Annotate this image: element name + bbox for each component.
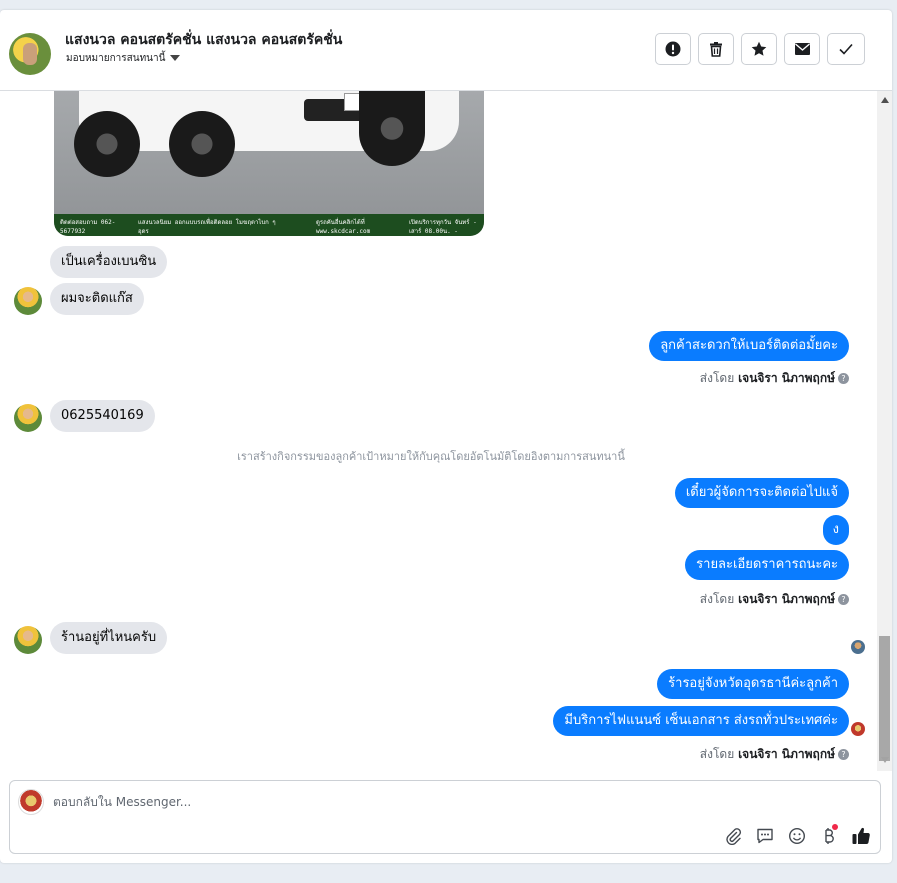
caret-down-icon xyxy=(170,55,181,61)
mark-done-button[interactable] xyxy=(827,33,865,65)
incoming-message[interactable]: ผมจะติดแก๊ส xyxy=(50,283,144,315)
saved-replies-icon xyxy=(757,828,773,844)
page-avatar xyxy=(18,789,44,815)
conversation-header: แสงนวล คอนสตรัคชั่น แสงนวล คอนสตรัคชั่น … xyxy=(0,10,892,91)
incoming-message[interactable]: เป็นเครื่องเบนซิน xyxy=(50,246,168,278)
conversation-panel: แสงนวล คอนสตรัคชั่น แสงนวล คอนสตรัคชั่น … xyxy=(0,10,892,863)
banner-page: แสงนวลนิยม ออกแบบรถเพื่อติดลอย โมฆฤตาไบก… xyxy=(138,219,276,235)
sent-by-line: ส่งโดย เจนจิรา นิภาพฤกษ์? xyxy=(700,745,849,764)
banner-site: ดูรถคันอื่นคลิกได้ที่ www.skcdcar.com xyxy=(316,219,371,235)
banner-hours: เปิดบริการทุกวัน จันทร์ - เสาร์ 08.00น. … xyxy=(409,219,477,235)
assign-conversation-dropdown[interactable]: มอบหมายการสนทนานี้ xyxy=(66,51,181,66)
attach-icon xyxy=(726,828,742,845)
mark-unread-button[interactable] xyxy=(784,33,820,65)
star-icon xyxy=(751,41,767,56)
sent-by-agent[interactable]: เจนจิรา นิภาพฤกษ์ xyxy=(738,371,835,385)
outgoing-message[interactable]: มีบริการไฟแนนซ์ เซ็นเอกสาร ส่งรถทั่วประเ… xyxy=(553,706,849,736)
sent-by-line: ส่งโดย เจนจิรา นิภาพฤกษ์? xyxy=(700,369,849,388)
image-banner: ติดต่อสอบถาม 062-5677932 แสงนวลนิยม ออกแ… xyxy=(54,214,484,236)
payment-button[interactable] xyxy=(818,824,840,847)
sent-by-agent[interactable]: เจนจิรา นิภาพฤกษ์ xyxy=(738,592,835,606)
seen-avatar xyxy=(851,640,865,654)
shared-image[interactable]: ติดต่อสอบถาม 062-5677932 แสงนวลนิยม ออกแ… xyxy=(54,91,484,236)
contact-avatar[interactable] xyxy=(9,33,51,75)
emoji-button[interactable] xyxy=(786,825,808,847)
scroll-down-arrow[interactable] xyxy=(881,757,889,763)
saved-replies-button[interactable] xyxy=(754,825,776,847)
contact-avatar-small[interactable] xyxy=(14,626,42,654)
info-icon[interactable]: ? xyxy=(838,594,849,605)
sent-by-prefix: ส่งโดย xyxy=(699,371,735,385)
sent-by-prefix: ส่งโดย xyxy=(699,592,735,606)
banner-phone: ติดต่อสอบถาม 062-5677932 xyxy=(60,219,116,235)
incoming-message[interactable]: 0625540169 xyxy=(50,400,155,432)
outgoing-message[interactable]: ลูกค้าสะดวกให้เบอร์ติดต่อมั้ยคะ xyxy=(649,331,849,361)
notification-dot xyxy=(832,824,838,830)
sent-by-agent[interactable]: เจนจิรา นิภาพฤกษ์ xyxy=(738,747,835,761)
sent-by-prefix: ส่งโดย xyxy=(699,747,735,761)
outgoing-message[interactable]: รายละเอียดราคารถนะคะ xyxy=(685,550,849,580)
system-notice: เราสร้างกิจกรรมของลูกค้าเป้าหมายให้กับคุ… xyxy=(237,450,625,463)
exclamation-icon xyxy=(665,41,681,57)
sent-by-line: ส่งโดย เจนจิรา นิภาพฤกษ์? xyxy=(700,590,849,609)
star-button[interactable] xyxy=(741,33,777,65)
incoming-message[interactable]: ร้านอยู่ที่ไหนครับ xyxy=(50,622,168,654)
contact-name[interactable]: แสงนวล คอนสตรัคชั่น แสงนวล คอนสตรัคชั่น xyxy=(65,29,342,51)
envelope-icon xyxy=(794,43,810,55)
spam-button[interactable] xyxy=(655,33,691,65)
car-wheel-center xyxy=(169,111,235,177)
message-thread[interactable]: ติดต่อสอบถาม 062-5677932 แสงนวลนิยม ออกแ… xyxy=(0,91,876,771)
read-receipt-avatar xyxy=(851,722,865,736)
attach-button[interactable] xyxy=(722,825,744,847)
info-icon[interactable]: ? xyxy=(838,373,849,384)
scrollbar-thumb[interactable] xyxy=(879,636,890,761)
reply-composer xyxy=(9,780,881,854)
contact-avatar-small[interactable] xyxy=(14,404,42,432)
delete-button[interactable] xyxy=(698,33,734,65)
contact-avatar-small[interactable] xyxy=(14,287,42,315)
emoji-icon xyxy=(788,827,806,845)
like-icon xyxy=(852,827,870,845)
trash-icon xyxy=(710,42,722,57)
outgoing-message[interactable]: ร้ารอยู่จังหวัดอุดรธานีค่ะลูกค้า xyxy=(657,669,849,699)
assign-label: มอบหมายการสนทนานี้ xyxy=(66,53,166,64)
check-icon xyxy=(839,43,853,55)
info-icon[interactable]: ? xyxy=(838,749,849,760)
car-wheel-right xyxy=(359,91,425,166)
car-wheel-left xyxy=(74,111,140,177)
like-button[interactable] xyxy=(850,825,872,847)
outgoing-message[interactable]: เดี๋ยวผู้จัดการจะติดต่อไปแจ้ xyxy=(674,478,849,508)
outgoing-message[interactable]: ง xyxy=(822,515,849,545)
scroll-up-arrow[interactable] xyxy=(881,97,889,103)
thread-scrollbar[interactable] xyxy=(877,91,892,771)
reply-input[interactable] xyxy=(53,793,653,811)
